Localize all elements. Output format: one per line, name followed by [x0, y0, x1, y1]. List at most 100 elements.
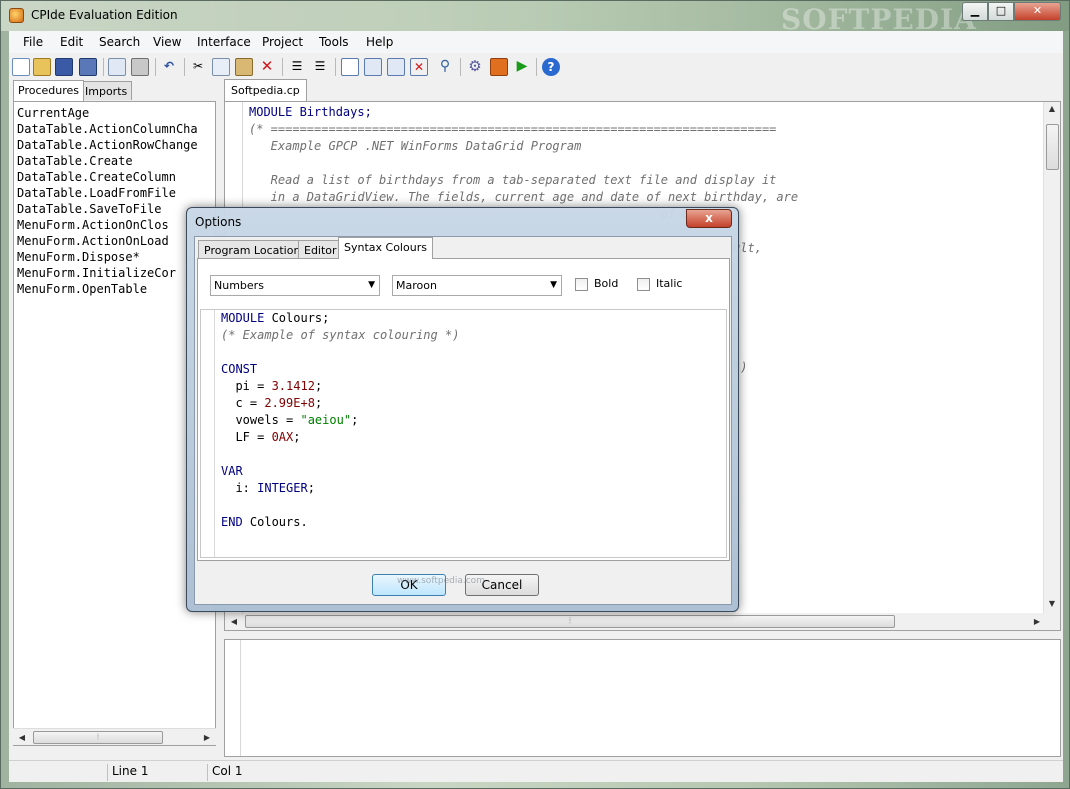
- code-line: Example GPCP .NET WinForms DataGrid Prog…: [249, 139, 582, 153]
- editor-vertical-scrollbar[interactable]: ▲ ▼: [1043, 102, 1060, 614]
- menu-help[interactable]: Help: [366, 35, 393, 49]
- list-item[interactable]: MenuForm.ActionOnLoad: [14, 233, 215, 249]
- dialog-watermark: www.softpedia.com: [397, 576, 485, 586]
- cut-icon[interactable]: ✂: [189, 58, 207, 76]
- title-bar[interactable]: CPIde Evaluation Edition SOFTPEDIA ▁ □ ✕: [1, 1, 1069, 36]
- bold-label: Bold: [594, 277, 619, 290]
- save-icon[interactable]: [55, 58, 73, 76]
- maximize-button[interactable]: □: [988, 2, 1014, 21]
- menu-edit[interactable]: Edit: [60, 35, 83, 49]
- scroll-left-icon[interactable]: ◀: [15, 731, 29, 744]
- sample-line: VAR: [221, 463, 459, 480]
- code-line: (* =====================================…: [249, 122, 777, 136]
- editor-hscroll-thumb[interactable]: ⦙: [245, 615, 895, 628]
- run-icon[interactable]: ▶: [513, 58, 531, 76]
- list-item[interactable]: CurrentAge: [14, 105, 215, 121]
- list-item[interactable]: DataTable.CreateColumn: [14, 169, 215, 185]
- tab-program-locations[interactable]: Program Locations: [198, 240, 313, 259]
- delete-icon[interactable]: ✕: [258, 58, 276, 76]
- editor-vscroll-thumb[interactable]: [1046, 124, 1059, 170]
- menu-view[interactable]: View: [153, 35, 181, 49]
- code-line: Read a list of birthdays from a tab-sepa…: [249, 173, 777, 187]
- scroll-right-icon[interactable]: ▶: [1030, 615, 1044, 628]
- minimize-button[interactable]: ▁: [962, 2, 988, 21]
- sample-token: LF =: [221, 430, 272, 444]
- element-select[interactable]: Numbers ▼: [210, 275, 380, 296]
- sample-token: Colours.: [242, 515, 308, 529]
- scroll-down-icon[interactable]: ▼: [1045, 597, 1059, 610]
- print-preview-icon[interactable]: [108, 58, 126, 76]
- list-item[interactable]: MenuForm.InitializeCor: [14, 265, 215, 281]
- tab-editor[interactable]: Editor: [298, 240, 343, 259]
- editor-horizontal-scrollbar[interactable]: ◀ ⦙ ▶: [225, 613, 1060, 630]
- list-item[interactable]: MenuForm.ActionOnClos: [14, 217, 215, 233]
- window-title: CPIde Evaluation Edition: [31, 8, 178, 22]
- output-pane[interactable]: [224, 639, 1061, 757]
- status-bar: Line 1 Col 1: [9, 760, 1063, 782]
- scroll-right-icon[interactable]: ▶: [200, 731, 214, 744]
- tab-syntax-colours[interactable]: Syntax Colours: [338, 237, 433, 259]
- dialog-title: Options: [195, 215, 242, 229]
- menu-tools[interactable]: Tools: [319, 35, 349, 49]
- new-file-icon[interactable]: [12, 58, 30, 76]
- sample-line: [221, 344, 459, 361]
- window-icon[interactable]: [341, 58, 359, 76]
- sample-gutter: [201, 310, 215, 557]
- tab-softpedia-cp[interactable]: Softpedia.cp: [224, 79, 307, 101]
- menu-project[interactable]: Project: [262, 35, 303, 49]
- sample-token: Colours;: [264, 311, 330, 325]
- list-item[interactable]: DataTable.Create: [14, 153, 215, 169]
- help-icon[interactable]: ?: [542, 58, 560, 76]
- scroll-thumb[interactable]: ⦙: [33, 731, 163, 744]
- colour-select-value: Maroon: [396, 279, 437, 292]
- outdent-icon[interactable]: ☰: [311, 58, 329, 76]
- comment-icon[interactable]: [364, 58, 382, 76]
- close-button[interactable]: ✕: [1014, 2, 1061, 21]
- sample-line: LF = 0AX;: [221, 429, 459, 446]
- colour-select[interactable]: Maroon ▼: [392, 275, 562, 296]
- close-icon: ✕: [1032, 4, 1043, 17]
- uncomment-icon[interactable]: [387, 58, 405, 76]
- open-folder-icon[interactable]: [33, 58, 51, 76]
- undo-icon[interactable]: ↶: [160, 58, 178, 76]
- save-all-icon[interactable]: [79, 58, 97, 76]
- bold-checkbox[interactable]: [575, 278, 588, 291]
- menu-search[interactable]: Search: [99, 35, 140, 49]
- print-icon[interactable]: [131, 58, 149, 76]
- sample-line: [221, 446, 459, 463]
- copy-icon[interactable]: [212, 58, 230, 76]
- tab-procedures[interactable]: Procedures: [13, 80, 84, 101]
- sample-line: (* Example of syntax colouring *): [221, 327, 459, 344]
- minimize-icon: ▁: [970, 4, 980, 17]
- list-item[interactable]: DataTable.LoadFromFile: [14, 185, 215, 201]
- menu-interface[interactable]: Interface: [197, 35, 251, 49]
- list-item[interactable]: MenuForm.Dispose*: [14, 249, 215, 265]
- sample-line: i: INTEGER;: [221, 480, 459, 497]
- indent-icon[interactable]: ☰: [288, 58, 306, 76]
- close-file-icon[interactable]: ✕: [410, 58, 428, 76]
- scroll-up-icon[interactable]: ▲: [1045, 102, 1059, 115]
- status-col: Col 1: [207, 764, 507, 781]
- gear-icon[interactable]: ⚙: [466, 58, 484, 76]
- sample-line: vowels = "aeiou";: [221, 412, 459, 429]
- chevron-down-icon: ▼: [550, 280, 557, 290]
- list-item[interactable]: MenuForm.OpenTable: [14, 281, 215, 297]
- menu-file[interactable]: File: [23, 35, 43, 49]
- sample-token: ;: [293, 430, 301, 444]
- status-line: Line 1: [107, 764, 207, 781]
- tab-imports[interactable]: Imports: [80, 81, 133, 100]
- list-item[interactable]: DataTable.ActionColumnCha: [14, 121, 215, 137]
- element-select-value: Numbers: [214, 279, 264, 292]
- search-icon[interactable]: ⚲: [436, 58, 454, 76]
- left-horizontal-scrollbar[interactable]: ◀ ⦙ ▶: [13, 728, 216, 745]
- sample-token: ;: [314, 396, 323, 410]
- dialog-close-button[interactable]: x: [686, 209, 732, 228]
- list-item[interactable]: DataTable.SaveToFile: [14, 201, 215, 217]
- italic-checkbox[interactable]: [637, 278, 650, 291]
- sample-token: INTEGER: [257, 481, 308, 495]
- menu-bar: File Edit Search View Interface Project Tools H…: [9, 31, 1063, 53]
- build-icon[interactable]: [490, 58, 508, 76]
- list-item[interactable]: DataTable.ActionRowChange: [14, 137, 215, 153]
- paste-icon[interactable]: [235, 58, 253, 76]
- scroll-left-icon[interactable]: ◀: [227, 615, 241, 628]
